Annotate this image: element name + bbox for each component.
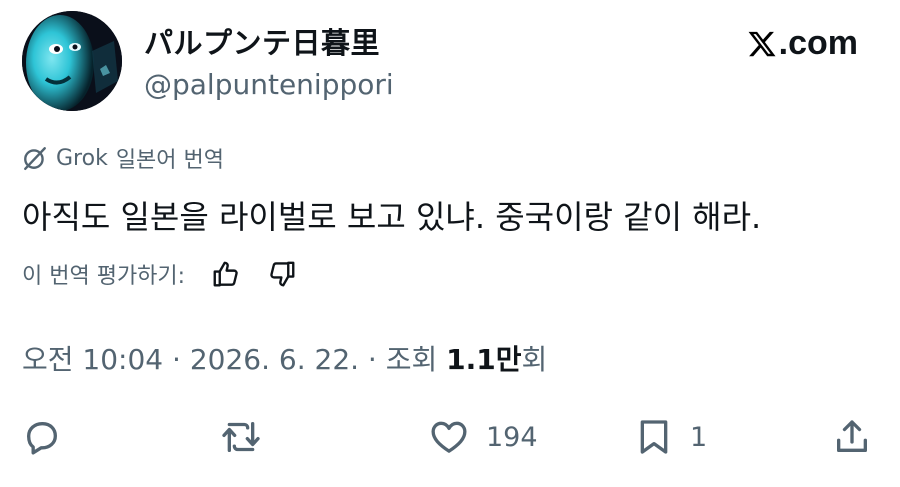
views-label: 조회: [385, 343, 447, 376]
share-button[interactable]: [832, 417, 872, 457]
views-suffix: 회: [521, 343, 548, 376]
thumbs-down-button[interactable]: [267, 259, 297, 289]
translation-source: Grok 일본어 번역: [22, 142, 224, 174]
bookmark-icon: [640, 420, 668, 454]
thumbs-up-icon: [213, 261, 238, 287]
thumbs-down-icon: [270, 261, 295, 287]
translation-label: 일본어 번역: [115, 148, 225, 173]
avatar-image: [22, 11, 122, 111]
bookmark-count: 1: [690, 421, 708, 453]
rate-translation: 이 번역 평가하기:: [22, 258, 297, 290]
tweet-text: 아직도 일본을 라이벌로 보고 있냐. 중국이랑 같이 해라.: [22, 198, 762, 236]
brand-text: .com: [778, 24, 858, 62]
views-count[interactable]: 1.1만: [446, 343, 521, 376]
thumbs-up-button[interactable]: [211, 259, 241, 289]
meta-separator: ·: [359, 343, 386, 376]
x-logo-icon: [748, 31, 776, 56]
meta-separator: ·: [163, 343, 190, 376]
tweet-time[interactable]: 오전 10:04: [22, 343, 163, 376]
tweet-date[interactable]: 2026. 6. 22.: [190, 343, 359, 376]
share-icon: [837, 420, 867, 452]
avatar[interactable]: [22, 11, 122, 111]
grok-icon: [24, 147, 46, 171]
retweet-button[interactable]: [220, 417, 278, 457]
action-bar: 194 1: [22, 417, 880, 457]
rate-label: 이 번역 평가하기:: [22, 264, 186, 289]
display-name[interactable]: パルプンテ日暮里: [144, 20, 380, 62]
user-handle[interactable]: @palpuntenippori: [144, 68, 394, 101]
reply-button[interactable]: [22, 417, 78, 457]
like-count: 194: [486, 421, 538, 453]
bookmark-button[interactable]: 1: [634, 417, 707, 457]
translation-provider: Grok: [56, 145, 108, 171]
like-button[interactable]: 194: [428, 417, 538, 457]
retweet-icon: [222, 422, 260, 452]
reply-icon: [27, 422, 57, 455]
brand-watermark: .com: [747, 24, 858, 63]
like-icon: [431, 421, 467, 453]
tweet-meta: 오전 10:04 · 2026. 6. 22. · 조회 1.1만회: [22, 338, 547, 378]
